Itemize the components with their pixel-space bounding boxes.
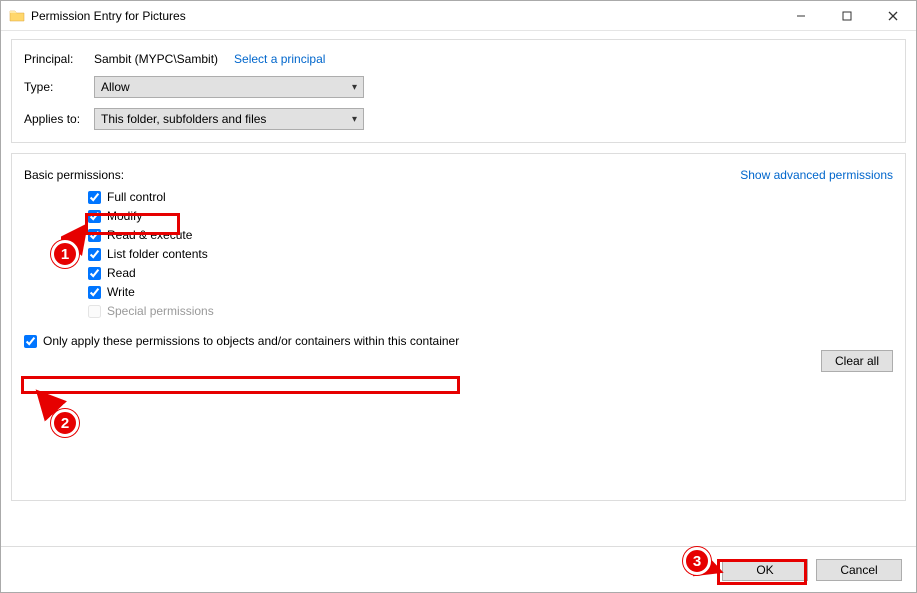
permission-label: Full control	[107, 190, 166, 204]
only-apply-label: Only apply these permissions to objects …	[43, 334, 459, 348]
permissions-list: Full control Modify Read & execute List fol…	[88, 190, 893, 318]
permission-label: Modify	[107, 209, 142, 223]
permissions-header: Basic permissions: Show advanced permiss…	[24, 168, 893, 182]
permission-checkbox	[88, 305, 101, 318]
bottom-button-bar: OK Cancel	[1, 546, 916, 592]
permission-item: Read & execute	[88, 228, 893, 242]
permission-label: Read & execute	[107, 228, 192, 242]
permission-item: List folder contents	[88, 247, 893, 261]
permission-item: Modify	[88, 209, 893, 223]
permissions-group: Basic permissions: Show advanced permiss…	[11, 153, 906, 501]
only-apply-checkbox[interactable]	[24, 335, 37, 348]
window-title: Permission Entry for Pictures	[31, 9, 778, 23]
permissions-heading: Basic permissions:	[24, 168, 124, 182]
advanced-permissions-link[interactable]: Show advanced permissions	[740, 168, 893, 182]
principal-label: Principal:	[24, 52, 94, 66]
principal-value: Sambit (MYPC\Sambit)	[94, 52, 218, 66]
type-value: Allow	[101, 80, 130, 94]
permission-label: List folder contents	[107, 247, 208, 261]
permission-item: Special permissions	[88, 304, 893, 318]
permission-checkbox[interactable]	[88, 248, 101, 261]
cancel-button[interactable]: Cancel	[816, 559, 902, 581]
permission-checkbox[interactable]	[88, 229, 101, 242]
permission-item: Full control	[88, 190, 893, 204]
permission-checkbox[interactable]	[88, 191, 101, 204]
type-label: Type:	[24, 80, 94, 94]
applies-label: Applies to:	[24, 112, 94, 126]
maximize-button[interactable]	[824, 1, 870, 31]
permission-item: Write	[88, 285, 893, 299]
chevron-down-icon: ▾	[352, 114, 357, 125]
window-permission-entry: Permission Entry for Pictures Principal:…	[0, 0, 917, 593]
type-combobox[interactable]: Allow ▾	[94, 76, 364, 98]
chevron-down-icon: ▾	[352, 82, 357, 93]
clear-all-button[interactable]: Clear all	[821, 350, 893, 372]
permission-label: Write	[107, 285, 135, 299]
permission-checkbox[interactable]	[88, 210, 101, 223]
dialog-body: Principal: Sambit (MYPC\Sambit) Select a…	[1, 31, 916, 501]
close-button[interactable]	[870, 1, 916, 31]
applies-row: Applies to: This folder, subfolders and …	[24, 108, 893, 130]
permission-label: Special permissions	[107, 304, 214, 318]
folder-icon	[9, 8, 25, 24]
type-row: Type: Allow ▾	[24, 76, 893, 98]
permission-label: Read	[107, 266, 136, 280]
minimize-button[interactable]	[778, 1, 824, 31]
permission-item: Read	[88, 266, 893, 280]
principal-row: Principal: Sambit (MYPC\Sambit) Select a…	[24, 52, 893, 66]
select-principal-link[interactable]: Select a principal	[234, 52, 325, 66]
permission-checkbox[interactable]	[88, 286, 101, 299]
permission-checkbox[interactable]	[88, 267, 101, 280]
only-apply-row: Only apply these permissions to objects …	[24, 334, 893, 348]
ok-button[interactable]: OK	[722, 559, 808, 581]
applies-value: This folder, subfolders and files	[101, 112, 266, 126]
principal-group: Principal: Sambit (MYPC\Sambit) Select a…	[11, 39, 906, 143]
titlebar: Permission Entry for Pictures	[1, 1, 916, 31]
applies-combobox[interactable]: This folder, subfolders and files ▾	[94, 108, 364, 130]
